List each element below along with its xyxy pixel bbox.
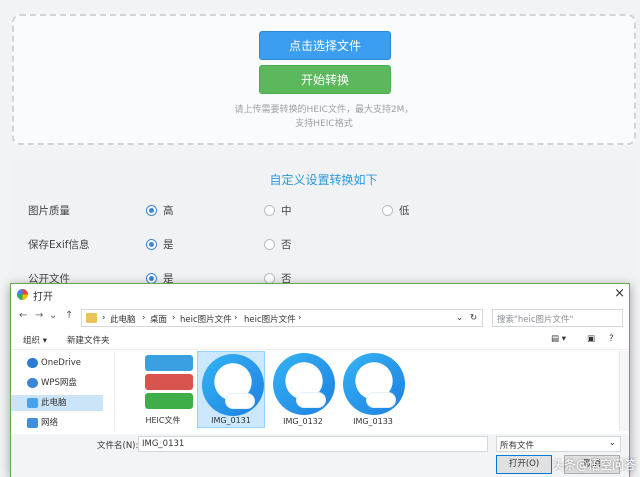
breadcrumb-heic-subfolder[interactable]: heic图片文件 xyxy=(244,313,296,325)
radio-checked-icon xyxy=(146,239,157,250)
settings-title: 自定义设置转换如下 xyxy=(269,173,378,187)
file-name: IMG_0132 xyxy=(283,417,323,426)
quality-low-radio[interactable]: 低 xyxy=(382,203,410,218)
file-item-selected[interactable]: IMG_0131 xyxy=(197,351,265,428)
breadcrumb-sep: › xyxy=(102,313,106,323)
nav-label: 此电脑 xyxy=(41,398,67,408)
nav-item-wps[interactable]: WPS网盘 xyxy=(11,375,103,391)
radio-checked-icon xyxy=(146,205,157,216)
open-button[interactable]: 打开(O) xyxy=(496,455,552,474)
back-arrow-icon[interactable]: ← xyxy=(19,310,27,321)
upload-hint-line1: 请上传需要转换的HEIC文件，最大支持2M， xyxy=(234,105,414,115)
cloud-icon xyxy=(27,358,38,368)
nav-label: 网络 xyxy=(41,418,59,428)
up-arrow-icon[interactable]: ↑ xyxy=(65,310,73,321)
select-file-button[interactable]: 点击选择文件 xyxy=(259,31,391,60)
dialog-toolbar: 组织 ▾ 新建文件夹 ▤ ▾ ▣ ? xyxy=(11,330,629,350)
nav-item-this-pc[interactable]: 此电脑 xyxy=(11,395,103,411)
radio-label: 低 xyxy=(399,205,410,217)
filename-label: 文件名(N): xyxy=(97,441,139,451)
radio-unchecked-icon xyxy=(264,239,275,250)
organize-menu[interactable]: 组织 ▾ xyxy=(23,334,47,346)
breadcrumb-desktop[interactable]: 桌面 xyxy=(150,313,167,325)
address-row: ← → ⌄ ↑ › 此电脑 › 桌面 › heic图片文件 › heic图片文件… xyxy=(11,306,629,330)
nav-label: WPS网盘 xyxy=(41,378,77,388)
start-convert-button[interactable]: 开始转换 xyxy=(259,65,391,94)
file-name: HEIC文件 xyxy=(145,416,181,425)
refresh-icon[interactable]: ↻ xyxy=(470,313,477,323)
quality-medium-radio[interactable]: 中 xyxy=(264,203,292,218)
file-list: HEIC文件 IMG_0131 IMG_0132 IMG_0133 xyxy=(121,351,621,431)
nav-item-onedrive[interactable]: OneDrive xyxy=(11,355,103,371)
view-options-icon[interactable]: ▤ ▾ xyxy=(551,334,566,344)
navigation-pane: OneDrive WPS网盘 此电脑 网络 xyxy=(11,351,115,431)
cloud-icon xyxy=(27,378,38,388)
upload-hint-line2: 支持HEIC格式 xyxy=(295,119,353,129)
file-item[interactable]: IMG_0132 xyxy=(269,351,337,428)
dialog-title: 打开 xyxy=(33,292,53,303)
address-bar[interactable]: › 此电脑 › 桌面 › heic图片文件 › heic图片文件 › ⌄ ↻ xyxy=(81,309,483,327)
quality-label: 图片质量 xyxy=(28,205,70,217)
archive-icon xyxy=(145,355,193,411)
help-icon[interactable]: ? xyxy=(609,334,614,344)
cloud-icon xyxy=(226,394,254,408)
open-file-dialog: 打开 × ← → ⌄ ↑ › 此电脑 › 桌面 › heic图片文件 › hei… xyxy=(10,283,630,477)
forward-arrow-icon[interactable]: → xyxy=(35,310,43,321)
filetype-select[interactable]: 所有文件 ⌄ xyxy=(496,436,621,452)
search-input[interactable]: 搜索"heic图片文件" xyxy=(492,309,623,327)
exif-no-radio[interactable]: 否 xyxy=(264,237,292,252)
vertical-scrollbar[interactable] xyxy=(619,351,629,431)
chevron-down-icon[interactable]: ⌄ xyxy=(49,310,57,321)
new-folder-button[interactable]: 新建文件夹 xyxy=(67,334,110,346)
exif-yes-radio[interactable]: 是 xyxy=(146,237,174,252)
file-name: IMG_0131 xyxy=(211,416,251,425)
cloud-icon xyxy=(297,393,325,407)
computer-icon xyxy=(27,398,38,408)
app-root: 点击选择文件 开始转换 请上传需要转换的HEIC文件，最大支持2M， 支持HEI… xyxy=(0,0,640,477)
breadcrumb-heic-folder[interactable]: heic图片文件 xyxy=(180,313,232,325)
radio-unchecked-icon xyxy=(382,205,393,216)
breadcrumb-sep: › xyxy=(234,313,238,323)
filename-input[interactable]: IMG_0131 xyxy=(138,436,488,452)
chevron-down-icon: ⌄ xyxy=(608,438,616,448)
preview-pane-icon[interactable]: ▣ xyxy=(587,334,595,344)
chrome-icon xyxy=(17,289,28,300)
settings-panel: 自定义设置转换如下 图片质量 高 中 低 保存Exif信息 是 否 公开文件 是… xyxy=(10,160,637,290)
network-icon xyxy=(27,418,38,428)
file-item[interactable]: IMG_0133 xyxy=(339,351,407,428)
chevron-down-icon[interactable]: ⌄ xyxy=(456,313,463,323)
file-item[interactable]: HEIC文件 xyxy=(129,351,197,428)
nav-label: OneDrive xyxy=(41,358,81,368)
radio-unchecked-icon xyxy=(264,205,275,216)
radio-label: 中 xyxy=(281,205,292,217)
cloud-icon xyxy=(367,393,395,407)
filetype-value: 所有文件 xyxy=(500,441,535,451)
breadcrumb-sep: › xyxy=(298,313,302,323)
exif-label: 保存Exif信息 xyxy=(28,239,90,251)
breadcrumb-sep: › xyxy=(172,313,176,323)
nav-item-network[interactable]: 网络 xyxy=(11,415,103,431)
radio-label: 高 xyxy=(163,205,174,217)
upload-dropzone[interactable]: 点击选择文件 开始转换 请上传需要转换的HEIC文件，最大支持2M， 支持HEI… xyxy=(12,14,636,145)
close-icon[interactable]: × xyxy=(614,286,625,301)
breadcrumb-this-pc[interactable]: 此电脑 xyxy=(110,313,136,325)
file-name: IMG_0133 xyxy=(353,417,393,426)
radio-label: 是 xyxy=(163,239,174,251)
dialog-titlebar: 打开 × xyxy=(11,284,629,306)
watermark: 头条@悟空问答 xyxy=(551,458,636,472)
quality-high-radio[interactable]: 高 xyxy=(146,203,174,218)
radio-label: 否 xyxy=(281,239,292,251)
folder-icon xyxy=(86,313,97,323)
filename-row: 文件名(N): IMG_0131 所有文件 ⌄ 打开(O) 取消 xyxy=(11,434,629,477)
breadcrumb-sep: › xyxy=(142,313,146,323)
